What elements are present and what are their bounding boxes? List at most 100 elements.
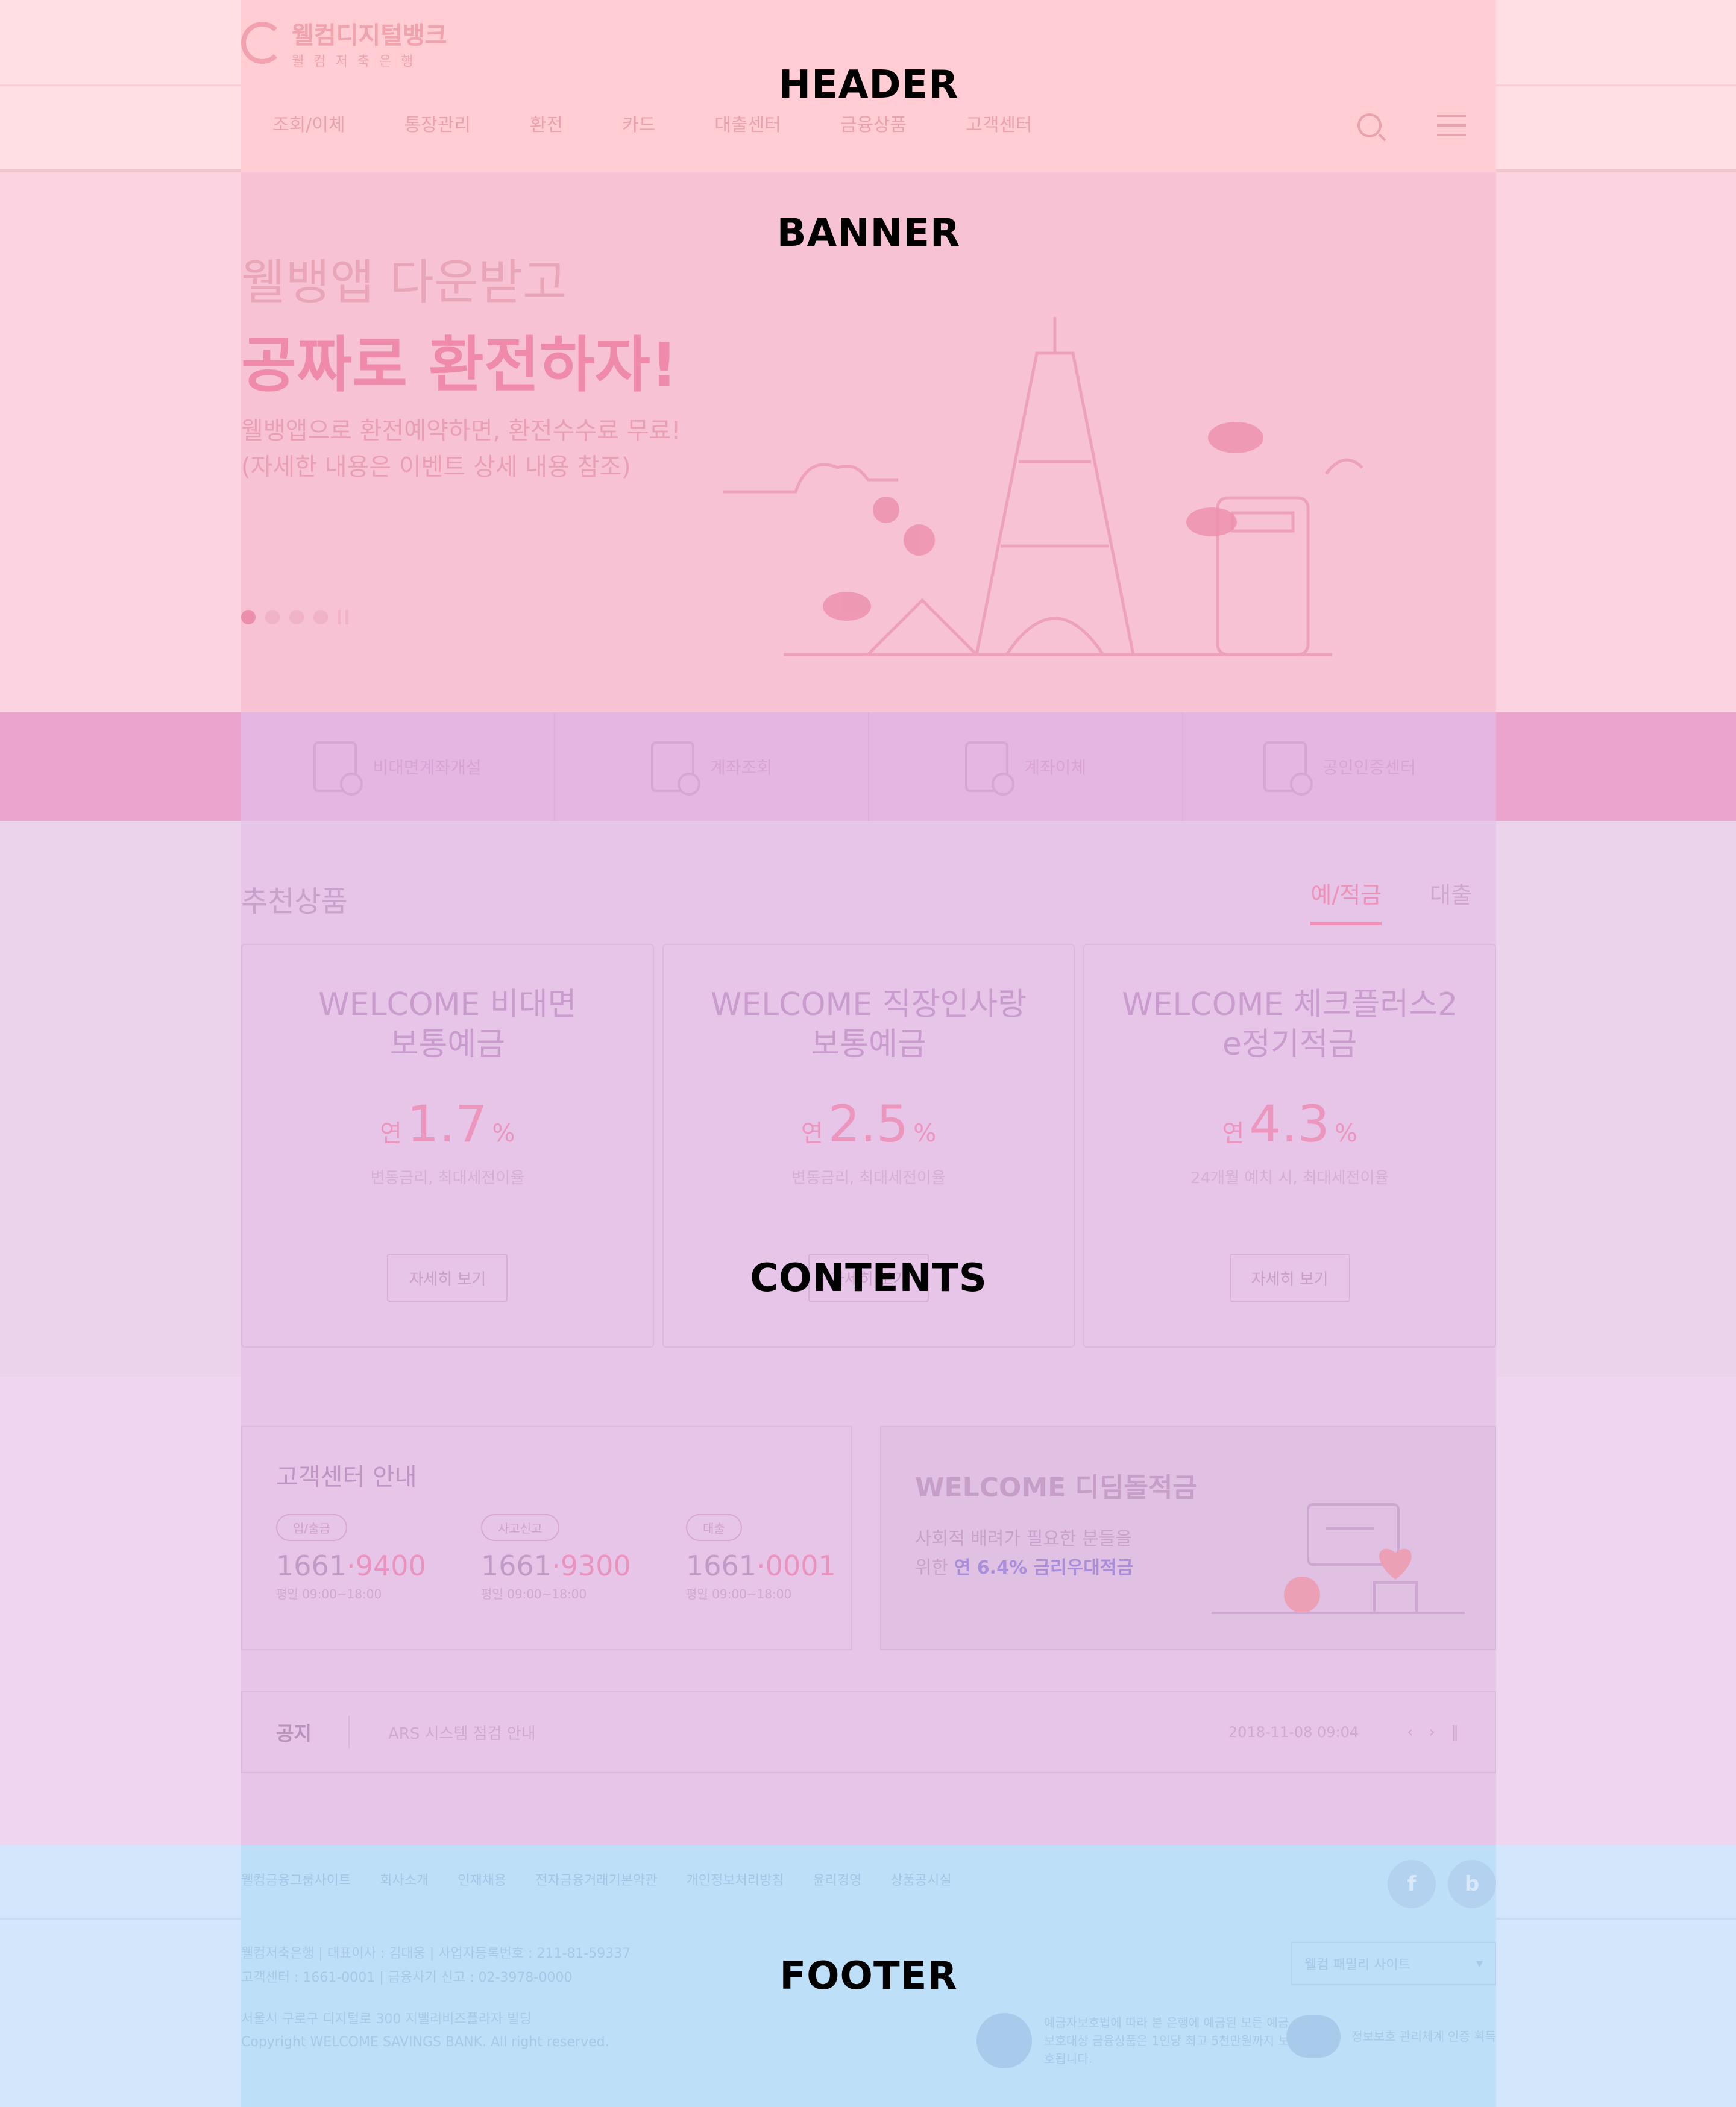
eiffel-tower-illustration	[723, 317, 1363, 656]
cs-tag: 입/출금	[276, 1514, 347, 1541]
hamburger-menu-icon[interactable]	[1437, 115, 1466, 136]
deposit-insurance-text: 예금자보호법에 따라 본 은행에 예금된 모든 예금보호대상 금융상품은 1인당…	[1044, 2015, 1289, 2066]
product-rate: 연 4.3 %	[1084, 1094, 1495, 1154]
product-name: WELCOME 체크플러스2 e정기적금	[1084, 985, 1495, 1064]
section-label-banner: BANNER	[776, 211, 961, 256]
deposit-insurance-icon	[976, 2013, 1032, 2068]
footer-link[interactable]: 웰컴금융그룹사이트	[241, 1870, 351, 1889]
product-name-line2: e정기적금	[1222, 1026, 1357, 1063]
quick-item-certificate[interactable]: 공인인증센터	[1183, 712, 1496, 821]
quick-item-label: 계좌조회	[709, 758, 773, 777]
product-tabs: 예/적금 대출	[1310, 876, 1472, 925]
rate-unit: %	[1334, 1120, 1357, 1148]
tab-loan[interactable]: 대출	[1430, 876, 1472, 925]
quick-item-label: 비대면계좌개설	[373, 758, 482, 777]
logo-name: 웰컴디지털뱅크	[292, 22, 447, 49]
blog-icon[interactable]: b	[1448, 1860, 1496, 1908]
promo-banner[interactable]: WELCOME 디딤돌적금 사회적 배려가 필요한 분들을 위한 연 6.4% …	[880, 1426, 1496, 1650]
cs-tag: 사고신고	[481, 1514, 559, 1541]
notice-label: 공지	[276, 1722, 312, 1745]
account-search-icon	[650, 741, 700, 796]
footer-link[interactable]: 상품공시실	[890, 1870, 951, 1889]
quick-item-open-account[interactable]: 비대면계좌개설	[241, 712, 555, 821]
promo-description-2: 위한 연 6.4% 금리우대적금	[915, 1557, 1134, 1578]
header: 웰컴디지털뱅크 웰컴저축은행 조회/이체 통장관리 환전 카드 대출센터 금융상…	[241, 0, 1496, 172]
notice-bar: 공지 ARS 시스템 점검 안내 2018-11-08 09:04 ‹ › ‖	[241, 1691, 1496, 1773]
nav-item[interactable]: 통장관리	[404, 110, 471, 136]
cs-hours: 평일 09:00~18:00	[686, 1587, 792, 1601]
cs-phone[interactable]: 1661·9300	[481, 1550, 686, 1582]
quick-menu: 비대면계좌개설 계좌조회 계좌이체 공인인증센터	[241, 712, 1496, 821]
quick-item-transfer[interactable]: 계좌이체	[869, 712, 1183, 821]
banner-dot-active[interactable]	[241, 610, 256, 624]
facebook-icon[interactable]: f	[1388, 1860, 1436, 1908]
rate-value: 4.3	[1249, 1094, 1330, 1154]
deposit-insurance: 예금자보호법에 따라 본 은행에 예금된 모든 예금보호대상 금융상품은 1인당…	[976, 2013, 1297, 2068]
nav-item[interactable]: 환전	[530, 110, 563, 136]
quick-item-account-inquiry[interactable]: 계좌조회	[555, 712, 869, 821]
footer-link[interactable]: 회사소개	[380, 1870, 429, 1889]
savings-illustration	[1212, 1503, 1465, 1614]
pause-icon[interactable]	[338, 610, 348, 624]
section-label-footer: FOOTER	[779, 1954, 958, 1999]
rate-prefix: 연	[800, 1120, 823, 1148]
cs-contact: 사고신고 1661·9300 평일 09:00~18:00	[481, 1514, 686, 1602]
contents: 추천상품 예/적금 대출 WELCOME 비대면 보통예금 연 1.7 % 변동…	[241, 821, 1497, 1845]
product-name: WELCOME 비대면 보통예금	[242, 985, 653, 1064]
quick-item-label: 공인인증센터	[1322, 758, 1416, 777]
chevron-right-icon[interactable]: ›	[1429, 1723, 1435, 1741]
search-icon[interactable]	[1357, 113, 1382, 137]
phone-account-icon	[313, 741, 363, 796]
product-name-line1: WELCOME 직장인사랑	[711, 987, 1027, 1023]
footer-link[interactable]: 인재채용	[458, 1870, 506, 1889]
isms-icon	[1286, 2015, 1341, 2058]
cs-contact: 입/출금 1661·9400 평일 09:00~18:00	[276, 1514, 481, 1602]
product-rate: 연 1.7 %	[242, 1094, 653, 1154]
banner-description-1: 웰뱅앱으로 환전예약하면, 환전수수료 무료!	[241, 417, 681, 445]
section-title-recommended: 추천상품	[241, 885, 348, 918]
logo[interactable]: 웰컴디지털뱅크 웰컴저축은행	[241, 16, 447, 70]
rate-prefix: 연	[380, 1120, 402, 1148]
cs-phone[interactable]: 1661·0001	[686, 1550, 891, 1582]
product-rate: 연 2.5 %	[664, 1094, 1074, 1154]
nav-item[interactable]: 조회/이체	[272, 110, 345, 136]
cs-hours: 평일 09:00~18:00	[276, 1587, 382, 1601]
rate-note: 변동금리, 최대세전이율	[370, 1169, 525, 1187]
pause-icon[interactable]: ‖	[1451, 1723, 1459, 1741]
banner-dot[interactable]	[265, 610, 280, 624]
transfer-icon	[964, 741, 1014, 796]
nav-item[interactable]: 카드	[622, 110, 655, 136]
promo-description-1: 사회적 배려가 필요한 분들을	[915, 1528, 1132, 1550]
section-label-contents: CONTENTS	[750, 1256, 987, 1301]
certificate-icon	[1263, 741, 1313, 796]
isms-certification: 정보보호 관리체계 인증 획득	[1286, 2015, 1496, 2058]
banner-pagination	[241, 610, 348, 624]
promo-title: WELCOME 디딤돌적금	[915, 1472, 1197, 1503]
nav-item[interactable]: 대출센터	[714, 110, 781, 136]
product-name-line1: WELCOME 체크플러스2	[1122, 987, 1458, 1023]
address: 서울시 구로구 디지털로 300 지밸리비즈플라자 빌딩	[241, 2012, 532, 2027]
footer-link[interactable]: 개인정보처리방침	[687, 1870, 784, 1889]
rate-note: 24개월 예치 시, 최대세전이율	[1190, 1169, 1389, 1187]
isms-text: 정보보호 관리체계 인증 획득	[1351, 2029, 1496, 2044]
quick-item-label: 계좌이체	[1024, 758, 1087, 777]
footer-link[interactable]: 전자금융거래기본약관	[535, 1870, 657, 1889]
notice-link[interactable]: ARS 시스템 점검 안내	[388, 1721, 1228, 1744]
cs-tag: 대출	[686, 1514, 742, 1541]
customer-center-title: 고객센터 안내	[276, 1463, 417, 1491]
nav-item[interactable]: 금융상품	[840, 110, 907, 136]
product-name-line2: 보통예금	[389, 1026, 506, 1063]
tab-deposit[interactable]: 예/적금	[1310, 876, 1382, 925]
chevron-left-icon[interactable]: ‹	[1407, 1723, 1413, 1741]
banner-dot[interactable]	[289, 610, 304, 624]
product-name: WELCOME 직장인사랑 보통예금	[664, 985, 1074, 1064]
footer: 웰컴금융그룹사이트 회사소개 인재채용 전자금융거래기본약관 개인정보처리방침 …	[241, 1845, 1496, 2107]
banner-dot[interactable]	[313, 610, 328, 624]
nav-item[interactable]: 고객센터	[966, 110, 1032, 136]
footer-links: 웰컴금융그룹사이트 회사소개 인재채용 전자금융거래기본약관 개인정보처리방침 …	[241, 1870, 981, 1889]
cs-hours: 평일 09:00~18:00	[481, 1587, 587, 1601]
footer-link[interactable]: 윤리경영	[813, 1870, 861, 1889]
copyright-text: Copyright WELCOME SAVINGS BANK. All righ…	[241, 2035, 609, 2050]
sns-links: f b	[1388, 1860, 1496, 1908]
cs-phone[interactable]: 1661·9400	[276, 1550, 481, 1582]
